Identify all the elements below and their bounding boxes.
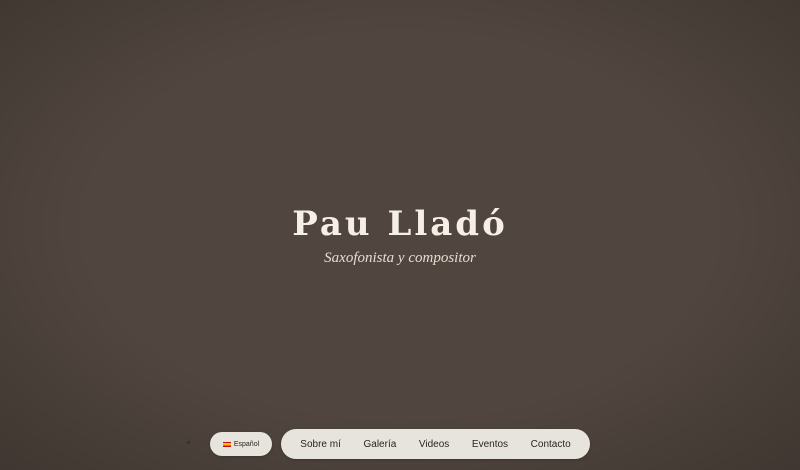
main-nav: Sobre mí Galería Videos Eventos Contacto	[281, 429, 590, 459]
language-label: Español	[233, 440, 260, 448]
nav-item-videos[interactable]: Videos	[419, 439, 449, 450]
decorative-dot	[187, 441, 190, 444]
nav-item-galeria[interactable]: Galería	[363, 439, 396, 450]
spain-flag-icon	[222, 441, 231, 447]
page-subtitle: Saxofonista y compositor	[324, 250, 476, 266]
nav-item-eventos[interactable]: Eventos	[472, 439, 508, 450]
page-title: Pau Lladó	[292, 204, 508, 244]
nav-item-sobre-mi[interactable]: Sobre mí	[300, 439, 341, 450]
hero: Pau Lladó Saxofonista y compositor	[0, 202, 800, 267]
nav-item-contacto[interactable]: Contacto	[531, 439, 571, 450]
language-selector[interactable]: Español	[210, 432, 272, 456]
